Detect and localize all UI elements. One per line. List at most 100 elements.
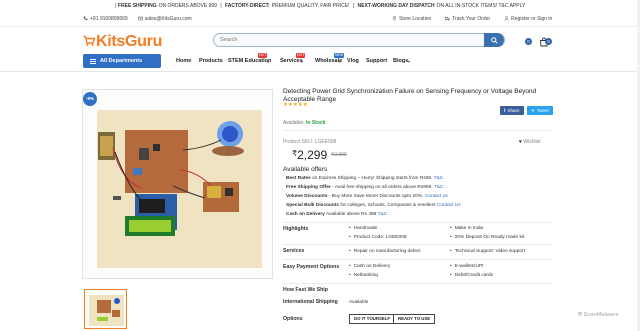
search-bar — [213, 33, 505, 47]
location-pin-icon — [392, 16, 397, 21]
in-stock-status: In Stock — [305, 120, 326, 126]
promo-divider: | — [114, 3, 116, 9]
logo-cart-icon — [83, 35, 95, 46]
offer-tc-link[interactable]: T&C — [378, 212, 388, 217]
payment-item: Debit/Credit cards — [450, 273, 493, 278]
offer-contact-link[interactable]: Contact Us — [437, 203, 461, 208]
email-contact[interactable]: sales@KitsGuru.com — [137, 16, 192, 22]
promo-dispatch-bold: NEXT-WORKING DAY DISPATCH — [357, 3, 435, 9]
twitter-tweet-button[interactable]: ✦ Tweet — [527, 106, 553, 115]
menu-icon — [90, 58, 96, 64]
nav-stem-education[interactable]: STEM Education — [228, 58, 271, 64]
section-divider — [283, 283, 553, 284]
circuit-kit-photo — [83, 90, 272, 278]
services-chevron-down-icon: ▾ — [301, 59, 304, 64]
offer-tc-link[interactable]: T&C — [434, 176, 444, 181]
phone-number: +91 9160809669 — [90, 16, 128, 22]
discount-badge: -9% — [83, 92, 97, 106]
mail-icon — [137, 16, 143, 21]
highlight-item: Handmade — [349, 226, 377, 231]
promo-factory-bold: FACTORY-DIRECT: — [225, 3, 270, 9]
star-rating[interactable]: ★★★★★ — [283, 102, 308, 108]
options-label: Options — [283, 316, 303, 322]
product-title: Detecting Power Grid Synchronization Fai… — [283, 88, 537, 103]
offer-tc-link[interactable]: T&C — [434, 185, 444, 190]
wholesale-chevron-down-icon: ▾ — [339, 59, 342, 64]
logo-text: KitsGuru — [96, 33, 163, 50]
offer-item: Special Bulk Discounts for colleges, Sch… — [286, 203, 461, 208]
register-signin-link[interactable]: Register or Sign in — [504, 16, 552, 22]
wishlist-count: 0 — [525, 38, 532, 45]
promo-dispatch-text: ON ALL IN-STOCK ITEMS! T&C APPLY — [436, 3, 526, 9]
highlight-item: Make in India — [450, 226, 484, 231]
option-ready-to-use[interactable]: READY TO USE — [393, 314, 436, 324]
search-icon — [490, 36, 498, 44]
header-divider — [0, 71, 640, 72]
thumbnail-photo — [85, 290, 126, 328]
all-departments-button[interactable]: All Departments — [83, 54, 161, 68]
highlights-label: Highlights — [283, 226, 309, 232]
product-image[interactable] — [82, 89, 273, 279]
product-sku: Product SKU: LGEE008 — [283, 139, 337, 145]
site-logo[interactable]: KitsGuru — [83, 33, 162, 51]
promo-factory-text: PREMIUM QUALITY, FAIR PRICE! — [271, 3, 350, 9]
offers-heading: Available offers — [283, 166, 328, 173]
promo-free-shipping-text: ON ORDERS ABOVE 999 — [158, 3, 217, 9]
cart-count: 0 — [545, 38, 552, 45]
offer-item: Cash on Delivery Available above Rs 499 … — [286, 212, 388, 217]
utility-bar: +91 9160809669 sales@KitsGuru.com Store … — [0, 12, 640, 27]
search-button[interactable] — [484, 33, 504, 47]
nav-support[interactable]: Support — [366, 58, 387, 64]
wishlist-button[interactable]: 0 — [519, 34, 533, 48]
payment-item: Netbanking — [349, 273, 378, 278]
offer-item: Volume Discounts - Buy More Save More! D… — [286, 194, 448, 199]
payment-options-label: Easy Payment Options — [283, 264, 340, 270]
sale-price: ₹2,299 — [292, 148, 328, 162]
add-to-wishlist[interactable]: ♥ Wishlist — [519, 139, 541, 145]
product-thumbnail[interactable] — [84, 289, 127, 329]
promo-strip: | FREE SHIPPING ON ORDERS ABOVE 999 | FA… — [0, 0, 640, 12]
highlight-item: Product Code: LGEE008 — [349, 235, 407, 240]
search-input[interactable] — [220, 35, 480, 45]
service-item: Repair on manufacturing defect — [349, 249, 421, 254]
offer-item: Free Shipping Offer - Avail free shippin… — [286, 185, 444, 190]
watermark: ⛨ ScanMalware — [578, 312, 619, 318]
info-divider — [283, 130, 553, 131]
phone-contact[interactable]: +91 9160809669 — [83, 16, 128, 22]
truck-icon — [445, 17, 451, 21]
availability: Available: In Stock — [283, 120, 326, 126]
services-label: Services — [283, 248, 305, 254]
offer-item: Best Rates on Express Shipping – Hurry! … — [286, 176, 444, 181]
service-item: Technical Support: Video support — [450, 249, 525, 254]
option-do-it-yourself[interactable]: DO IT YOURSELF — [349, 314, 395, 324]
section-divider — [283, 244, 553, 245]
email-address: sales@KitsGuru.com — [144, 16, 192, 22]
section-divider — [283, 222, 553, 223]
promo-free-shipping-bold: FREE SHIPPING — [117, 3, 157, 9]
payment-item: Cash on Delivery — [349, 264, 391, 269]
store-location-link[interactable]: Store Location — [392, 16, 431, 22]
how-fast-we-ship-label: How Fast We Ship — [283, 287, 328, 293]
nav-services[interactable]: Services — [280, 58, 303, 64]
shield-icon: ⛨ — [578, 312, 583, 318]
stem-chevron-down-icon: ▾ — [267, 59, 270, 64]
nav-products[interactable]: Products — [199, 58, 223, 64]
blogs-chevron-down-icon: ▾ — [408, 59, 411, 64]
payment-item: E-wallets/UPI — [450, 264, 484, 269]
stem-hot-tag: HOT — [258, 53, 268, 58]
offer-contact-link[interactable]: Contact us — [425, 194, 448, 199]
wholesale-new-tag: NEW — [334, 53, 345, 58]
highlight-item: 20% Deposit On Ready made kit — [450, 235, 525, 240]
services-hot-tag: HOT — [296, 53, 306, 58]
twitter-icon: ✦ — [531, 108, 535, 113]
nav-home[interactable]: Home — [176, 58, 191, 64]
nav-blogs[interactable]: Blogs — [393, 58, 408, 64]
user-icon — [504, 16, 509, 21]
track-order-link[interactable]: Track Your Order — [445, 16, 490, 22]
nav-vlog[interactable]: Vlog — [347, 58, 359, 64]
cart-button[interactable]: 0 — [539, 34, 553, 48]
section-divider — [283, 259, 553, 260]
international-shipping-value: Available — [349, 300, 369, 305]
international-shipping-label: International Shipping — [283, 299, 338, 305]
facebook-share-button[interactable]: f Share — [500, 106, 524, 115]
